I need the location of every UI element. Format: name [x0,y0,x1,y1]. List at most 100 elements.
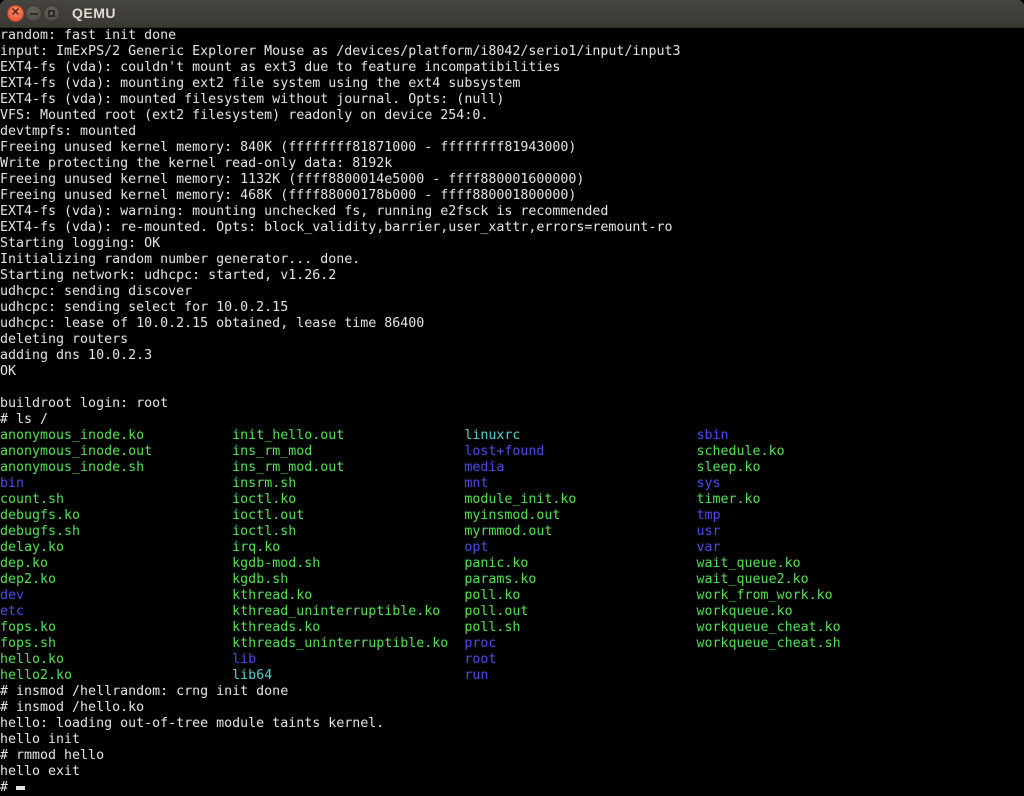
console-line: fops.ko kthreads.ko poll.sh workqueue_ch… [0,620,1024,636]
console-line: etc kthread_uninterruptible.ko poll.out … [0,604,1024,620]
file-entry: var [697,540,929,555]
console-line: EXT4-fs (vda): mounted filesystem withou… [0,92,1024,108]
file-entry: dep2.ko [0,572,232,587]
file-entry: mnt [464,476,696,491]
console-text: EXT4-fs (vda): warning: mounting uncheck… [0,204,608,219]
file-entry: ins_rm_mod [232,444,464,459]
console-line: deleting routers [0,332,1024,348]
console-text: Write protecting the kernel read-only da… [0,156,392,171]
minimize-button[interactable] [25,5,42,22]
console-text: hello: loading out-of-tree module taints… [0,716,384,731]
file-entry: etc [0,604,232,619]
file-entry: params.ko [464,572,696,587]
console-text: # insmod /hellrandom: crng init done [0,684,288,699]
console-text: devtmpfs: mounted [0,124,136,139]
file-entry: sleep.ko [697,460,929,475]
console-line: Starting network: udhcpc: started, v1.26… [0,268,1024,284]
file-entry: anonymous_inode.sh [0,460,232,475]
console-text: Freeing unused kernel memory: 1132K (fff… [0,172,584,187]
file-entry: kthreads.ko [232,620,464,635]
file-entry: root [464,652,696,667]
file-entry: hello2.ko [0,668,232,683]
file-entry: kthread_uninterruptible.ko [232,604,464,619]
close-icon: ✕ [11,8,20,19]
console-line: delay.ko irq.ko opt var [0,540,1024,556]
console-text: EXT4-fs (vda): mounted filesystem withou… [0,92,504,107]
file-entry: ioctl.sh [232,524,464,539]
console-line: fops.sh kthreads_uninterruptible.ko proc… [0,636,1024,652]
console-line: Initializing random number generator... … [0,252,1024,268]
console-text: input: ImExPS/2 Generic Explorer Mouse a… [0,44,680,59]
console-text: udhcpc: sending select for 10.0.2.15 [0,300,288,315]
file-entry: opt [464,540,696,555]
console-line: Starting logging: OK [0,236,1024,252]
console-line: hello init [0,732,1024,748]
file-entry: hello.ko [0,652,232,667]
console-line: # ls / [0,412,1024,428]
file-entry: kthreads_uninterruptible.ko [232,636,464,651]
console-line: EXT4-fs (vda): mounting ext2 file system… [0,76,1024,92]
file-entry: workqueue_cheat.ko [697,620,929,635]
close-button[interactable]: ✕ [7,5,24,22]
file-entry: irq.ko [232,540,464,555]
console-line: udhcpc: sending select for 10.0.2.15 [0,300,1024,316]
file-entry: lib64 [232,668,464,683]
console-line [0,380,1024,396]
minimize-icon [30,13,38,15]
console-line: buildroot login: root [0,396,1024,412]
file-entry: wait_queue.ko [697,556,929,571]
file-entry: fops.sh [0,636,232,651]
file-entry: insrm.sh [232,476,464,491]
file-entry: media [464,460,696,475]
console-line: hello2.ko lib64 run [0,668,1024,684]
console-text: EXT4-fs (vda): mounting ext2 file system… [0,76,520,91]
file-entry: poll.out [464,604,696,619]
console: random: fast init doneinput: ImExPS/2 Ge… [0,28,1024,796]
file-entry: ins_rm_mod.out [232,460,464,475]
console-text: udhcpc: lease of 10.0.2.15 obtained, lea… [0,316,424,331]
console-text: # ls / [0,412,48,427]
console-text: # insmod /hello.ko [0,700,144,715]
file-entry: sys [697,476,929,491]
file-entry: debugfs.sh [0,524,232,539]
console-line: # insmod /hello.ko [0,700,1024,716]
file-entry: debugfs.ko [0,508,232,523]
file-entry: anonymous_inode.ko [0,428,232,443]
console-text: adding dns 10.0.2.3 [0,348,152,363]
console-line: bin insrm.sh mnt sys [0,476,1024,492]
file-entry: anonymous_inode.out [0,444,232,459]
titlebar: ✕ QEMU [0,0,1024,28]
console-line: EXT4-fs (vda): re-mounted. Opts: block_v… [0,220,1024,236]
shell-prompt: # [0,780,16,795]
console-line: # insmod /hellrandom: crng init done [0,684,1024,700]
console-line: anonymous_inode.sh ins_rm_mod.out media … [0,460,1024,476]
file-entry: kgdb.sh [232,572,464,587]
console-line: VFS: Mounted root (ext2 filesystem) read… [0,108,1024,124]
file-entry: linuxrc [464,428,696,443]
console-line: hello: loading out-of-tree module taints… [0,716,1024,732]
file-entry: wait_queue2.ko [697,572,929,587]
console-line: dep.ko kgdb-mod.sh panic.ko wait_queue.k… [0,556,1024,572]
console-line: Freeing unused kernel memory: 1132K (fff… [0,172,1024,188]
console-line: input: ImExPS/2 Generic Explorer Mouse a… [0,44,1024,60]
maximize-button[interactable] [43,5,60,22]
console-line: debugfs.ko ioctl.out myinsmod.out tmp [0,508,1024,524]
file-entry: dep.ko [0,556,232,571]
file-entry: run [464,668,696,683]
file-entry: poll.ko [464,588,696,603]
file-entry: lib [232,652,464,667]
file-entry: init_hello.out [232,428,464,443]
console-text: udhcpc: sending discover [0,284,192,299]
file-entry: ioctl.out [232,508,464,523]
console-line: devtmpfs: mounted [0,124,1024,140]
console-line: udhcpc: lease of 10.0.2.15 obtained, lea… [0,316,1024,332]
file-entry: lost+found [464,444,696,459]
file-entry: proc [464,636,696,651]
console-text: OK [0,364,16,379]
file-entry: work_from_work.ko [697,588,929,603]
file-entry: dev [0,588,232,603]
console-line: count.sh ioctl.ko module_init.ko timer.k… [0,492,1024,508]
file-entry: count.sh [0,492,232,507]
console-line: OK [0,364,1024,380]
console-text: EXT4-fs (vda): couldn't mount as ext3 du… [0,60,560,75]
